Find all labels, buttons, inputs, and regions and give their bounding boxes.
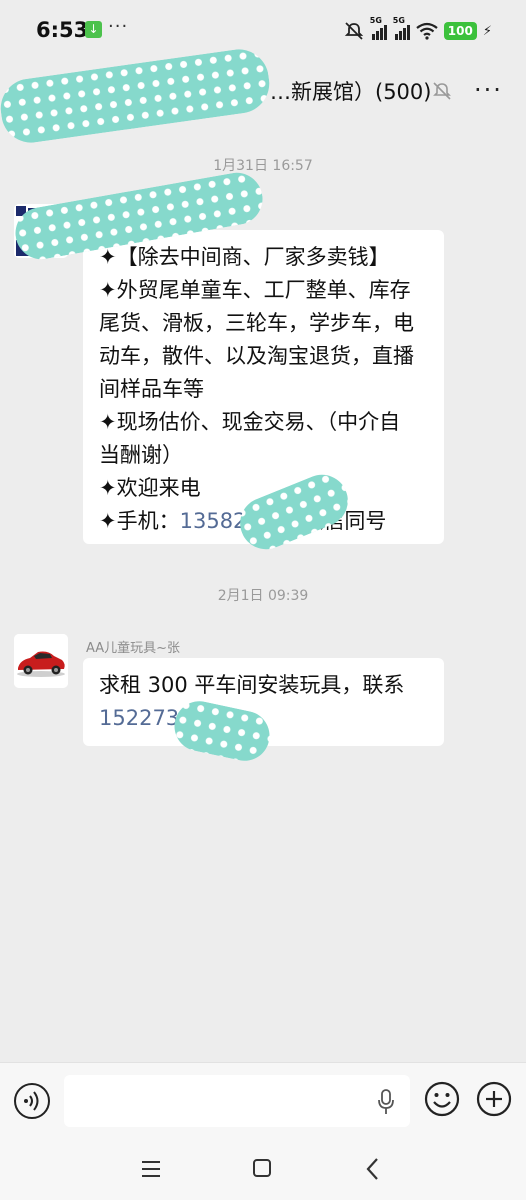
avatar[interactable] (14, 634, 68, 688)
red-car-avatar-icon (14, 634, 68, 688)
message-line: 尾货、滑板，三轮车，学步车，电 (99, 311, 414, 335)
recent-apps-icon[interactable] (141, 1160, 161, 1178)
mute-bell-icon (344, 22, 363, 40)
mute-notification-icon (433, 82, 451, 100)
message-line: 1522736 (99, 702, 428, 735)
message-line: ✦外贸尾单童车、工厂整单、库存 (99, 278, 411, 302)
plus-button-icon[interactable] (476, 1081, 512, 1117)
message-line: 动车，散件、以及淘宝退货，直播 (99, 344, 414, 368)
message-line: 当酬谢） (99, 443, 183, 467)
system-back-icon[interactable] (364, 1157, 382, 1181)
message-bubble[interactable]: ✦【除去中间商、厂家多卖钱】 ✦外贸尾单童车、工厂整单、库存 尾货、滑板，三轮车… (83, 230, 444, 544)
message-timestamp: 2月1日 09:39 (217, 588, 309, 604)
chat-header: …新展馆）(500) ··· (0, 62, 526, 120)
status-bar: 6:53 ↓ ··· 5G 5G 100 ⚡ (0, 0, 526, 62)
back-arrow-icon[interactable] (16, 76, 44, 104)
message-line: ✦欢迎来电 (99, 476, 201, 500)
phone-link[interactable]: 1522736 (99, 706, 193, 730)
chat-title[interactable]: …新展馆）(500) (270, 76, 431, 106)
message-line: ✦手机：13582 微信同号 (99, 509, 387, 533)
download-icon: ↓ (85, 21, 102, 38)
microphone-icon[interactable] (376, 1089, 396, 1115)
message-line: 间样品车等 (99, 377, 204, 401)
phone-link[interactable]: 13582 (180, 509, 247, 533)
message-line: ✦【除去中间商、厂家多卖钱】 (99, 245, 390, 269)
voice-input-button[interactable] (14, 1083, 50, 1119)
status-more: ··· (108, 16, 129, 37)
status-time: 6:53 (36, 18, 89, 42)
system-nav-bar (0, 1138, 526, 1200)
sender-name: … (150, 210, 163, 225)
charging-icon: ⚡ (482, 23, 492, 39)
wifi-icon (416, 22, 438, 40)
avatar-logo-icon (14, 204, 68, 258)
signal-icon-1: 5G (370, 16, 387, 40)
emoji-button-icon[interactable] (424, 1081, 460, 1117)
message-line: 求租 300 平车间安装玩具，联系 (99, 673, 405, 697)
message-line: ✦现场估价、现金交易、（中介自 (99, 410, 401, 434)
sender-name: AA儿童玩具~张 (86, 641, 181, 656)
input-bar (0, 1062, 526, 1139)
more-options-icon[interactable]: ··· (474, 76, 503, 104)
home-icon[interactable] (253, 1159, 271, 1177)
status-icons: 5G 5G 100 ⚡ (344, 16, 492, 44)
message-input[interactable] (64, 1075, 410, 1127)
message-timestamp: 1月31日 16:57 (213, 158, 313, 174)
avatar[interactable] (14, 204, 68, 258)
battery-indicator: 100 (443, 22, 477, 40)
voice-icon (24, 1091, 39, 1111)
signal-icon-2: 5G (393, 16, 410, 40)
message-bubble[interactable]: 求租 300 平车间安装玩具，联系 1522736 (83, 658, 444, 746)
